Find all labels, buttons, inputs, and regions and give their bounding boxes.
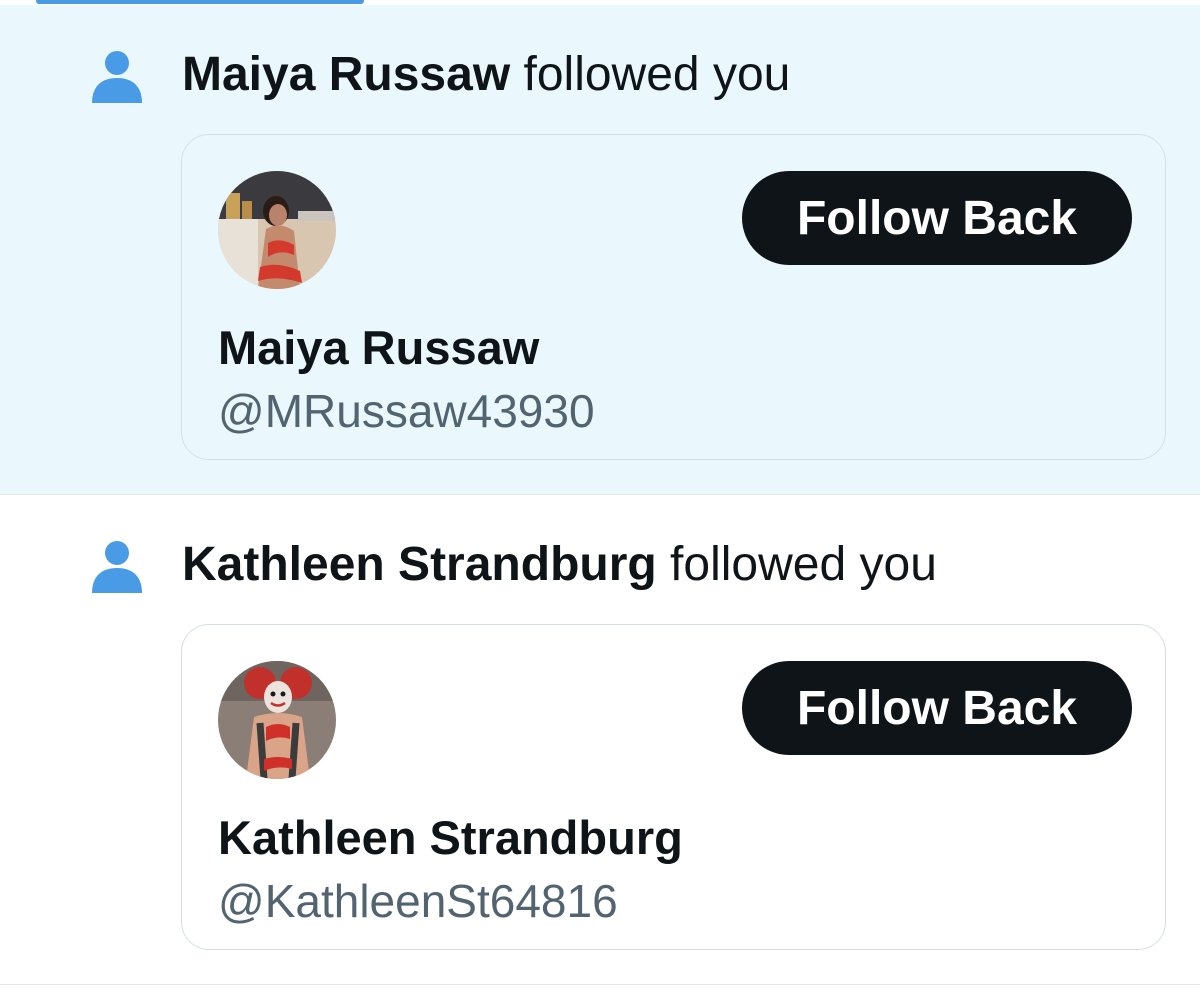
- notification-headline: Maiya Russaw followed you: [182, 43, 790, 107]
- notification-item[interactable]: Maiya Russaw followed you Follow Back Ma…: [0, 5, 1200, 495]
- user-handle[interactable]: @KathleenSt64816: [218, 873, 618, 929]
- person-icon: [92, 541, 142, 593]
- active-tab-indicator: [36, 0, 364, 4]
- actor-name[interactable]: Kathleen Strandburg: [182, 538, 657, 591]
- actor-name[interactable]: Maiya Russaw: [182, 48, 510, 101]
- user-card[interactable]: Follow Back Maiya Russaw @MRussaw43930: [181, 134, 1166, 460]
- avatar[interactable]: [218, 661, 336, 779]
- follow-back-button[interactable]: Follow Back: [742, 171, 1132, 265]
- avatar[interactable]: [218, 171, 336, 289]
- notification-headline: Kathleen Strandburg followed you: [182, 533, 937, 597]
- notification-item[interactable]: Kathleen Strandburg followed you Follow …: [0, 495, 1200, 985]
- notification-verb: followed you: [523, 48, 791, 101]
- display-name[interactable]: Maiya Russaw: [218, 319, 539, 377]
- user-card[interactable]: Follow Back Kathleen Strandburg @Kathlee…: [181, 624, 1166, 950]
- person-icon: [92, 51, 142, 103]
- notification-verb: followed you: [670, 538, 937, 591]
- follow-back-button[interactable]: Follow Back: [742, 661, 1132, 755]
- notifications-page: Maiya Russaw followed you Follow Back Ma…: [0, 0, 1200, 988]
- display-name[interactable]: Kathleen Strandburg: [218, 809, 683, 867]
- user-handle[interactable]: @MRussaw43930: [218, 383, 595, 439]
